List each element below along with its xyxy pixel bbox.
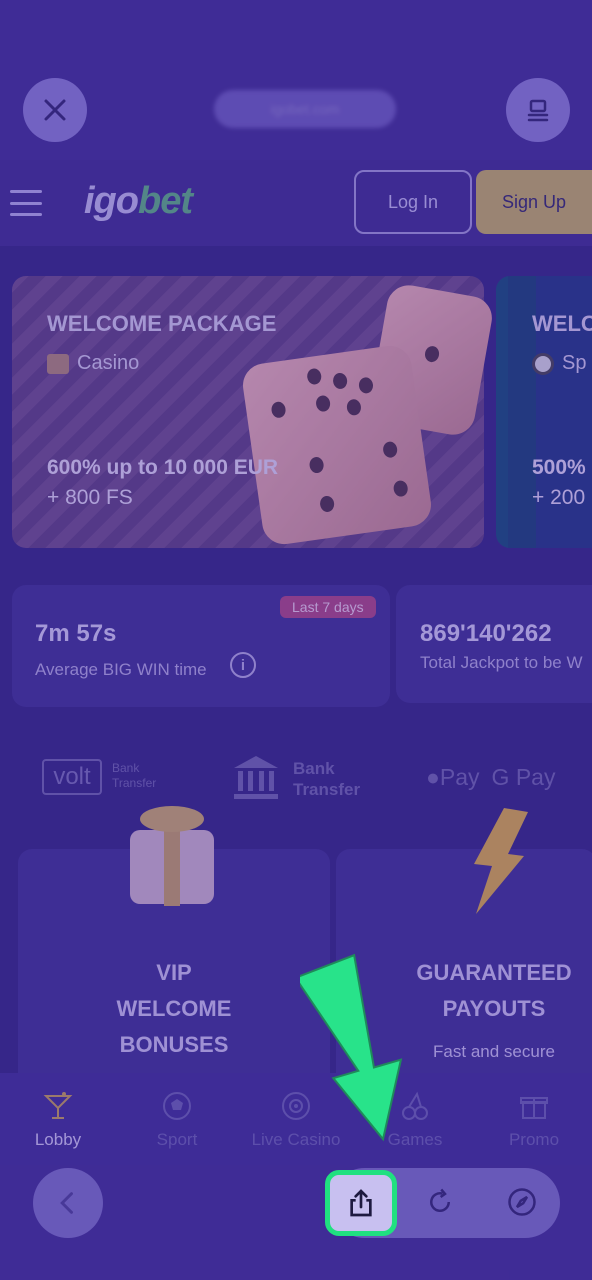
promo-category-label: Casino — [77, 352, 140, 374]
soccer-ball-icon — [163, 1092, 191, 1120]
url-bar[interactable]: igobet.com — [214, 90, 396, 128]
nav-item-sport[interactable]: Sport — [122, 1090, 232, 1150]
bank-label-1: Bank — [293, 759, 335, 778]
promo-category-2: Sp — [532, 352, 586, 375]
nav-label-lobby: Lobby — [34, 1130, 82, 1149]
lightning-icon — [474, 808, 528, 914]
compass-button[interactable] — [505, 1185, 539, 1219]
promo-extra-2: + 200 — [532, 486, 586, 509]
payouts-title-line2: PAYOUTS — [442, 996, 546, 1021]
promo-extra: + 800 FS — [47, 486, 133, 509]
vip-card-title: VIP WELCOME BONUSES — [18, 955, 330, 1063]
big-win-time: 7m 57s — [35, 620, 117, 647]
back-button[interactable] — [33, 1168, 103, 1238]
close-button[interactable] — [23, 78, 87, 142]
nav-item-lobby[interactable]: Lobby — [3, 1090, 113, 1150]
apple-pay-logo: ●Pay — [426, 764, 480, 790]
volt-logo: volt — [42, 759, 102, 795]
nav-label-sport: Sport — [156, 1130, 198, 1149]
browser-top-bar — [0, 0, 592, 160]
wallet-logos: ●Pay G Pay — [426, 764, 555, 791]
logo-text-part1: igo — [84, 180, 139, 222]
pointer-arrow-icon — [300, 953, 403, 1142]
volt-caption-2: Transfer — [112, 776, 157, 790]
dice-front — [240, 343, 434, 547]
bank-transfer-label: Bank Transfer — [293, 758, 360, 800]
tabs-icon — [527, 99, 549, 122]
jackpot-value: 869'140'262 — [420, 620, 552, 647]
bank-label-2: Transfer — [293, 780, 361, 799]
payouts-card-title: GUARANTEED PAYOUTS — [396, 955, 592, 1027]
volt-text: volt — [53, 763, 91, 790]
share-button[interactable] — [325, 1170, 397, 1236]
login-button[interactable]: Log In — [354, 170, 472, 234]
share-icon — [350, 1189, 372, 1217]
tabs-button[interactable] — [506, 78, 570, 142]
promo-title-2: WELC — [532, 311, 592, 336]
volt-caption: Bank Transfer — [112, 761, 156, 791]
payouts-title-line1: GUARANTEED — [416, 960, 572, 985]
bank-icon — [234, 756, 278, 799]
payouts-card-sub: Fast and secure — [433, 1042, 555, 1061]
google-pay-logo: G Pay — [491, 764, 556, 790]
chevron-left-icon — [60, 1192, 73, 1214]
apple-pay-text: Pay — [439, 764, 480, 790]
nav-label-promo: Promo — [508, 1130, 560, 1149]
close-icon — [44, 99, 66, 121]
reload-button[interactable] — [423, 1185, 457, 1219]
gift-bow — [140, 806, 204, 832]
nav-item-promo[interactable]: Promo — [479, 1090, 589, 1150]
slot-machine-icon — [47, 353, 69, 374]
promo-amount-2: 500% — [532, 456, 586, 479]
vip-title-line1: VIP — [156, 960, 192, 985]
promo-category-label-2: Sp — [562, 352, 587, 374]
soccer-ball-icon — [532, 352, 554, 375]
vip-title-line3: BONUSES — [119, 1032, 229, 1057]
menu-icon[interactable] — [10, 190, 42, 216]
reload-icon — [430, 1188, 450, 1212]
promo-category: Casino — [47, 352, 139, 375]
vip-title-line2: WELCOME — [116, 996, 232, 1021]
signup-button[interactable]: Sign Up — [476, 170, 592, 234]
info-icon[interactable]: i — [230, 652, 256, 678]
jackpot-label: Total Jackpot to be W — [420, 653, 583, 672]
compass-icon — [508, 1188, 536, 1216]
promo-title: WELCOME PACKAGE — [47, 311, 277, 336]
logo-text-part2: bet — [137, 180, 193, 222]
promo-amount: 600% up to 10 000 EUR — [47, 456, 279, 479]
cocktail-icon — [43, 1092, 73, 1119]
period-badge: Last 7 days — [280, 596, 376, 618]
site-logo[interactable]: igobet — [84, 180, 193, 223]
volt-caption-1: Bank — [112, 761, 140, 775]
gift-icon — [520, 1097, 548, 1119]
big-win-label: Average BIG WIN time — [35, 660, 207, 679]
